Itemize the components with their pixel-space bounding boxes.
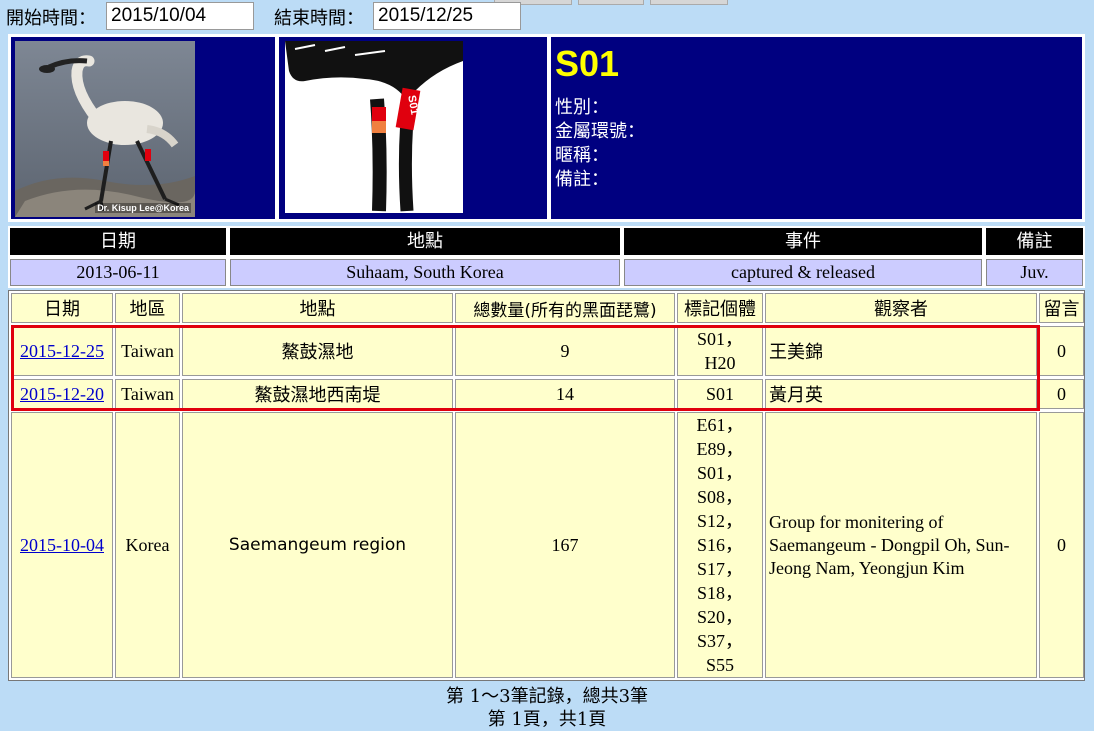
bird-photo: Dr. Kisup Lee@Korea [15, 41, 195, 217]
event-type: captured & released [624, 259, 982, 286]
row-count: 9 [455, 326, 675, 376]
marked-bird: H20 [704, 353, 736, 373]
marked-bird: S18， [696, 583, 743, 603]
table-row: 2015-12-25 [11, 326, 113, 376]
row-marked-birds: S01 [677, 379, 763, 409]
row-location: Saemangeum region [182, 412, 453, 678]
row-marked-birds: S01， H20 [677, 326, 763, 376]
end-date-input[interactable]: 2015/12/25 [373, 2, 521, 30]
event-notes: Juv. [986, 259, 1083, 286]
col-header-date: 日期 [11, 293, 113, 323]
row-comments: 0 [1039, 379, 1084, 409]
col-header-region: 地區 [115, 293, 180, 323]
marked-bird: S20， [696, 607, 743, 627]
bird-profile-panel: Dr. Kisup Lee@Korea S01 S01 性別： 金屬環號： 暱稱… [8, 34, 1085, 222]
table-row: 2015-10-04 [11, 412, 113, 678]
row-date-link[interactable]: 2015-10-04 [20, 535, 104, 556]
marked-bird: S01， [696, 329, 743, 349]
metal-ring-field: 金屬環號： [555, 121, 645, 142]
marked-bird: S12， [696, 511, 743, 531]
row-count: 14 [455, 379, 675, 409]
top-tab-stub[interactable] [650, 0, 728, 5]
start-date-label: 開始時間： [6, 8, 96, 29]
row-location: 鰲鼓濕地 [182, 326, 453, 376]
notes-field: 備註： [555, 169, 609, 190]
event-header-date: 日期 [10, 228, 226, 255]
row-observer: 王美錦 [765, 326, 1037, 376]
row-region: Taiwan [115, 326, 180, 376]
event-header-location: 地點 [230, 228, 620, 255]
row-comments: 0 [1039, 326, 1084, 376]
end-date-label: 結束時間： [274, 8, 364, 29]
event-header-event: 事件 [624, 228, 982, 255]
bird-photo-cell: Dr. Kisup Lee@Korea [10, 36, 276, 220]
row-region: Taiwan [115, 379, 180, 409]
nickname-field: 暱稱： [555, 145, 609, 166]
marked-bird: E89， [696, 439, 744, 459]
col-header-observer: 觀察者 [765, 293, 1037, 323]
marked-bird: S08， [696, 487, 743, 507]
col-header-count: 總數量(所有的黑面琵鷺) [455, 293, 675, 323]
photo-credit: Dr. Kisup Lee@Korea [95, 203, 191, 213]
capture-event-table: 日期 地點 事件 備註 2013-06-11 Suhaam, South Kor… [8, 226, 1085, 288]
sex-field: 性別： [555, 97, 609, 118]
top-tab-stub[interactable] [578, 0, 644, 5]
marked-bird: S55 [705, 655, 734, 675]
marked-bird: S37， [696, 631, 743, 651]
row-region: Korea [115, 412, 180, 678]
page-count-text: 第 1頁，共1頁 [487, 709, 607, 730]
row-date-link[interactable]: 2015-12-25 [20, 341, 104, 362]
col-header-comments: 留言 [1039, 293, 1084, 323]
row-comments: 0 [1039, 412, 1084, 678]
table-row: 2015-12-20 [11, 379, 113, 409]
bird-info-cell: S01 性別： 金屬環號： 暱稱： 備註： [550, 36, 1083, 220]
leg-band-diagram: S01 [285, 41, 463, 213]
row-observer: 黃月英 [765, 379, 1037, 409]
col-header-location: 地點 [182, 293, 453, 323]
band-diagram-cell: S01 [278, 36, 548, 220]
start-date-input[interactable]: 2015/10/04 [106, 2, 254, 30]
marked-bird: S01， [696, 463, 743, 483]
row-observer: Group for monitering of Saemangeum - Don… [765, 412, 1037, 678]
row-location: 鰲鼓濕地西南堤 [182, 379, 453, 409]
row-date-link[interactable]: 2015-12-20 [20, 384, 104, 405]
band-id-title: S01 [555, 43, 620, 84]
row-marked-birds: E61， E89， S01， S08， S12， S16， S17， S18， … [677, 412, 763, 678]
row-count: 167 [455, 412, 675, 678]
marked-bird: S16， [696, 535, 743, 555]
event-location: Suhaam, South Korea [230, 259, 620, 286]
date-filter-bar: 開始時間： 2015/10/04 結束時間： 2015/12/25 [0, 0, 1094, 34]
marked-bird: S01 [705, 384, 734, 404]
marked-bird: S17， [696, 559, 743, 579]
observation-table: 日期 地區 地點 總數量(所有的黑面琵鷺) 標記個體 觀察者 留言 2015-1… [8, 290, 1085, 681]
event-header-notes: 備註 [986, 228, 1083, 255]
marked-bird: E61， [696, 415, 744, 435]
event-date: 2013-06-11 [10, 259, 226, 286]
col-header-marked: 標記個體 [677, 293, 763, 323]
